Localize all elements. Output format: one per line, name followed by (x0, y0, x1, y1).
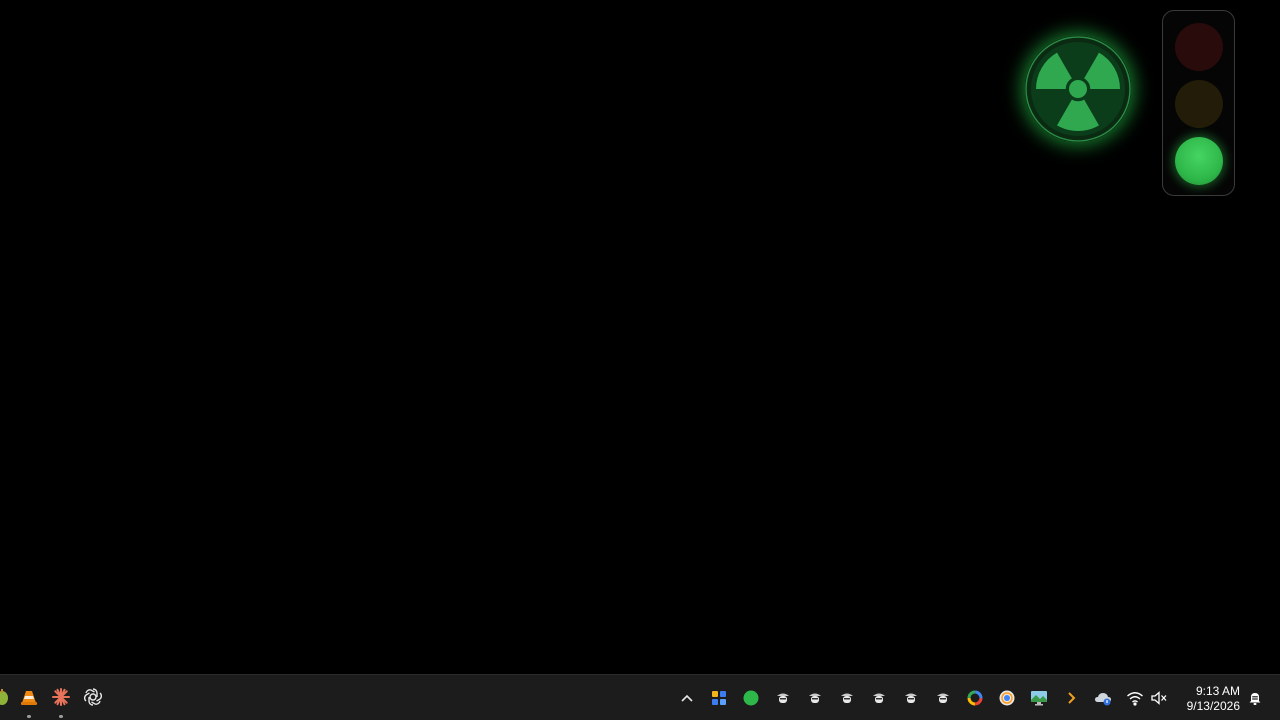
traffic-light-yellow-lamp (1175, 80, 1223, 128)
clock-time: 9:13 AM (1195, 684, 1240, 698)
radiation-icon (1025, 36, 1131, 142)
taskbar: 9:13 AM 9/13/2026 (0, 674, 1280, 720)
orange-chevron-icon[interactable] (1062, 689, 1080, 707)
hat-character-icon[interactable] (870, 689, 888, 707)
wifi-icon[interactable] (1126, 689, 1144, 707)
notification-bell-icon[interactable] (1246, 689, 1264, 707)
colorful-grid-icon[interactable] (710, 689, 728, 707)
monitor-landscape-icon[interactable] (1030, 689, 1048, 707)
onedrive-icon[interactable] (1094, 689, 1112, 707)
traffic-light-green-lamp (1175, 137, 1223, 185)
green-circle-icon[interactable] (742, 689, 760, 707)
desktop (0, 0, 1280, 674)
hat-character-icon[interactable] (838, 689, 856, 707)
partial-app-icon[interactable] (0, 687, 12, 707)
traffic-light-widget[interactable] (1162, 10, 1235, 196)
clock[interactable]: 9:13 AM 9/13/2026 (1176, 684, 1240, 714)
hat-character-icon[interactable] (934, 689, 952, 707)
google-g-icon[interactable] (966, 689, 984, 707)
hat-character-icon[interactable] (902, 689, 920, 707)
clock-date: 9/13/2026 (1186, 699, 1240, 713)
chrome-icon[interactable] (998, 689, 1016, 707)
hat-character-icon[interactable] (774, 689, 792, 707)
vlc-running-indicator (27, 715, 31, 718)
volume-muted-icon[interactable] (1150, 689, 1168, 707)
openai-icon[interactable] (83, 687, 103, 707)
hat-character-icon[interactable] (806, 689, 824, 707)
traffic-light-red-lamp (1175, 23, 1223, 71)
sunburst-running-indicator (59, 715, 63, 718)
radiation-widget[interactable] (1025, 36, 1131, 142)
chevron-up-icon[interactable] (678, 689, 696, 707)
vlc-cone-icon[interactable] (19, 687, 39, 707)
sunburst-app-icon[interactable] (51, 687, 71, 707)
